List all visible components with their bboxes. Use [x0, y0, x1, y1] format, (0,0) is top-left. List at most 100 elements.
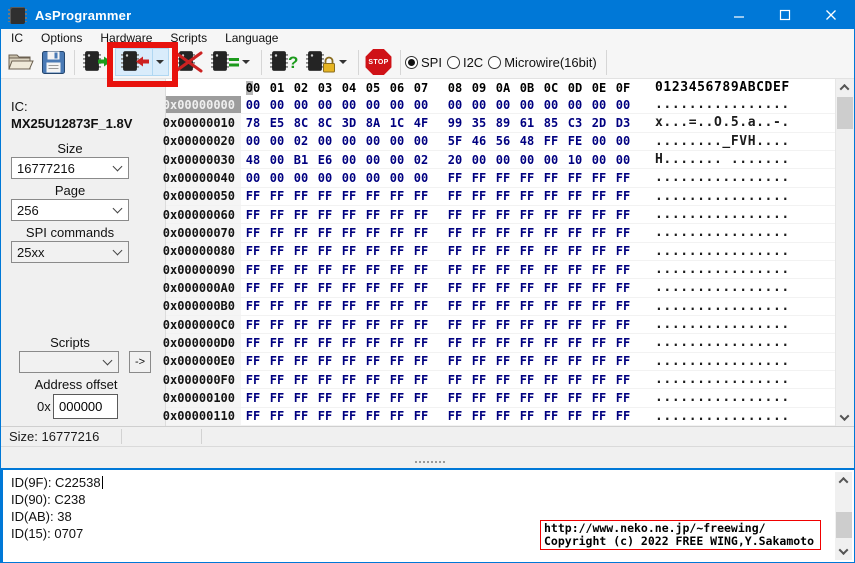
hex-byte[interactable]: FF: [265, 336, 289, 350]
hex-byte[interactable]: FF: [265, 244, 289, 258]
run-script-button[interactable]: ->: [129, 351, 151, 373]
hex-byte[interactable]: FF: [611, 336, 635, 350]
hex-byte[interactable]: FF: [563, 391, 587, 405]
hex-byte[interactable]: FF: [467, 409, 491, 423]
hex-byte[interactable]: FF: [467, 263, 491, 277]
hex-byte[interactable]: FF: [313, 373, 337, 387]
hex-byte[interactable]: 3D: [337, 116, 361, 130]
menu-item-scripts[interactable]: Scripts: [161, 29, 216, 46]
hex-byte[interactable]: 89: [491, 116, 515, 130]
hex-byte[interactable]: FF: [443, 299, 467, 313]
hex-byte[interactable]: FF: [337, 409, 361, 423]
hex-byte[interactable]: FF: [385, 354, 409, 368]
hex-byte[interactable]: FF: [265, 373, 289, 387]
hex-byte[interactable]: 61: [515, 116, 539, 130]
hex-row[interactable]: 0x00000070 FF FF FF FF FF FF FF FF FF FF FF FF FF FF FF…: [163, 224, 837, 243]
hex-byte[interactable]: FF: [241, 208, 265, 222]
hex-byte[interactable]: FF: [539, 171, 563, 185]
log-panel[interactable]: ID(9F): C22538 ID(90): C238 ID(AB): 38 ID(1…: [1, 468, 854, 562]
hex-byte[interactable]: FF: [289, 336, 313, 350]
hex-byte[interactable]: FF: [385, 244, 409, 258]
hex-byte[interactable]: FF: [265, 189, 289, 203]
hex-byte[interactable]: FF: [313, 281, 337, 295]
hex-byte[interactable]: FF: [385, 226, 409, 240]
hex-byte[interactable]: 00: [515, 98, 539, 112]
hex-byte[interactable]: FF: [385, 336, 409, 350]
hex-byte[interactable]: FF: [563, 189, 587, 203]
hex-byte[interactable]: 48: [241, 153, 265, 167]
hex-byte[interactable]: FF: [337, 208, 361, 222]
hex-byte[interactable]: FF: [241, 336, 265, 350]
read-ic-button[interactable]: [115, 48, 169, 76]
stop-button[interactable]: STOP: [363, 48, 394, 76]
hex-byte[interactable]: FF: [611, 373, 635, 387]
hex-byte[interactable]: FF: [491, 409, 515, 423]
read-ic-dropdown[interactable]: [152, 49, 166, 75]
hex-byte[interactable]: 00: [467, 98, 491, 112]
hex-byte[interactable]: FF: [587, 373, 611, 387]
hex-byte[interactable]: 00: [385, 98, 409, 112]
hex-byte[interactable]: FF: [337, 336, 361, 350]
hex-byte[interactable]: 00: [361, 134, 385, 148]
hex-byte[interactable]: FF: [539, 134, 563, 148]
protect-ic-button[interactable]: [302, 48, 352, 76]
hex-byte[interactable]: FF: [265, 281, 289, 295]
hex-byte[interactable]: FF: [409, 299, 433, 313]
hex-byte[interactable]: 00: [241, 134, 265, 148]
hex-byte[interactable]: FF: [443, 391, 467, 405]
hex-byte[interactable]: FF: [539, 336, 563, 350]
hex-byte[interactable]: FF: [587, 208, 611, 222]
hex-byte[interactable]: FF: [563, 281, 587, 295]
scroll-up-button[interactable]: [836, 79, 853, 96]
hex-byte[interactable]: FF: [313, 354, 337, 368]
hex-byte[interactable]: FF: [289, 263, 313, 277]
hex-byte[interactable]: FF: [289, 318, 313, 332]
hex-byte[interactable]: FF: [563, 226, 587, 240]
hex-byte[interactable]: FF: [611, 189, 635, 203]
hex-byte[interactable]: FF: [289, 189, 313, 203]
hex-byte[interactable]: FF: [443, 208, 467, 222]
hex-byte[interactable]: 00: [361, 171, 385, 185]
hex-byte[interactable]: 00: [361, 98, 385, 112]
hex-byte[interactable]: FF: [289, 208, 313, 222]
hex-byte[interactable]: FF: [337, 226, 361, 240]
hex-byte[interactable]: FF: [587, 171, 611, 185]
hex-byte[interactable]: FF: [587, 354, 611, 368]
hex-byte[interactable]: FF: [337, 244, 361, 258]
hex-byte[interactable]: FF: [491, 171, 515, 185]
hex-byte[interactable]: FF: [515, 189, 539, 203]
hex-byte[interactable]: 00: [265, 134, 289, 148]
hex-byte[interactable]: FF: [539, 354, 563, 368]
hex-byte[interactable]: 4F: [409, 116, 433, 130]
hex-byte[interactable]: FF: [491, 263, 515, 277]
hex-byte[interactable]: C3: [563, 116, 587, 130]
hex-byte[interactable]: 00: [539, 153, 563, 167]
verify-ic-button[interactable]: [207, 48, 255, 76]
hex-byte[interactable]: FF: [361, 409, 385, 423]
hex-byte[interactable]: 00: [385, 171, 409, 185]
hex-byte[interactable]: 00: [337, 134, 361, 148]
hex-byte[interactable]: 00: [241, 98, 265, 112]
scrollbar-thumb[interactable]: [836, 512, 852, 538]
save-file-button[interactable]: [39, 48, 68, 76]
hex-byte[interactable]: FE: [563, 134, 587, 148]
hex-byte[interactable]: FF: [611, 299, 635, 313]
hex-byte[interactable]: FF: [385, 208, 409, 222]
scrollbar-thumb[interactable]: [837, 97, 853, 129]
hex-byte[interactable]: FF: [443, 226, 467, 240]
hex-byte[interactable]: FF: [361, 318, 385, 332]
hex-byte[interactable]: FF: [587, 263, 611, 277]
hex-row[interactable]: 0x00000010 78 E5 8C 8C 3D 8A 1C 4F 99 35 89 61 85 C3 2D…: [163, 114, 837, 133]
bus-radio-microwire(16bit)[interactable]: Microwire(16bit): [488, 55, 597, 70]
hex-byte[interactable]: FF: [337, 391, 361, 405]
hex-byte[interactable]: FF: [539, 244, 563, 258]
hex-byte[interactable]: FF: [289, 391, 313, 405]
hex-byte[interactable]: FF: [563, 354, 587, 368]
hex-byte[interactable]: 00: [409, 98, 433, 112]
menu-item-language[interactable]: Language: [216, 29, 287, 46]
hex-byte[interactable]: FF: [361, 263, 385, 277]
hex-byte[interactable]: FF: [515, 336, 539, 350]
hex-byte[interactable]: 00: [289, 171, 313, 185]
hex-byte[interactable]: FF: [467, 189, 491, 203]
hex-byte[interactable]: FF: [491, 391, 515, 405]
